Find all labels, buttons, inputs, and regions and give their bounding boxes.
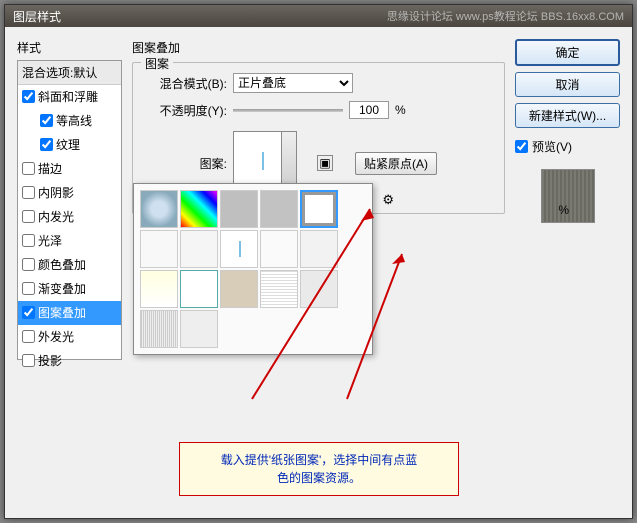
style-item[interactable]: 投影 — [18, 349, 121, 373]
style-checkbox[interactable] — [40, 138, 53, 151]
annotation-box: 载入提供'纸张图案'，选择中间有点蓝 色的图案资源。 — [179, 442, 459, 496]
style-checkbox[interactable] — [22, 306, 35, 319]
pattern-thumb[interactable] — [140, 310, 178, 348]
titlebar[interactable]: 图层样式 思缘设计论坛 www.ps教程论坛 BBS.16xx8.COM — [5, 5, 632, 27]
section-title: 图案叠加 — [132, 39, 505, 56]
style-checkbox[interactable] — [22, 90, 35, 103]
style-item[interactable]: 描边 — [18, 157, 121, 181]
pattern-thumb[interactable] — [140, 270, 178, 308]
style-checkbox[interactable] — [22, 162, 35, 175]
style-checkbox[interactable] — [22, 354, 35, 367]
left-panel: 样式 混合选项:默认 斜面和浮雕等高线纹理描边内阴影内发光光泽颜色叠加渐变叠加图… — [17, 39, 122, 506]
style-item[interactable]: 渐变叠加 — [18, 277, 121, 301]
preview-label: 预览(V) — [532, 138, 572, 155]
style-checkbox[interactable] — [22, 234, 35, 247]
style-item[interactable]: 内阴影 — [18, 181, 121, 205]
style-item[interactable]: 纹理 — [18, 133, 121, 157]
style-checkbox[interactable] — [22, 330, 35, 343]
preview-checkbox[interactable] — [515, 140, 528, 153]
style-item[interactable]: 颜色叠加 — [18, 253, 121, 277]
style-label: 图案叠加 — [38, 304, 86, 321]
style-list: 混合选项:默认 斜面和浮雕等高线纹理描边内阴影内发光光泽颜色叠加渐变叠加图案叠加… — [17, 60, 122, 360]
style-label: 等高线 — [56, 112, 92, 129]
pattern-thumb[interactable] — [140, 230, 178, 268]
style-label: 纹理 — [56, 136, 80, 153]
style-label: 渐变叠加 — [38, 280, 86, 297]
style-label: 斜面和浮雕 — [38, 88, 98, 105]
style-item[interactable]: 光泽 — [18, 229, 121, 253]
preview-toggle[interactable]: 预览(V) — [515, 138, 620, 155]
blend-mode-select[interactable]: 正片叠底 — [233, 73, 353, 93]
pattern-thumb[interactable] — [140, 190, 178, 228]
blend-options-item[interactable]: 混合选项:默认 — [18, 61, 121, 85]
scale-unit: % — [558, 203, 569, 217]
annotation-arrows — [192, 99, 472, 419]
layer-style-dialog: 图层样式 思缘设计论坛 www.ps教程论坛 BBS.16xx8.COM 样式 … — [4, 4, 633, 519]
style-item[interactable]: 外发光 — [18, 325, 121, 349]
style-label: 外发光 — [38, 328, 74, 345]
styles-header: 样式 — [17, 39, 122, 56]
ok-button[interactable]: 确定 — [515, 39, 620, 66]
style-checkbox[interactable] — [22, 210, 35, 223]
style-checkbox[interactable] — [22, 186, 35, 199]
mid-panel: 图案叠加 图案 混合模式(B): 正片叠底 不透明度(Y): % 图案: — [132, 39, 505, 506]
style-item[interactable]: 等高线 — [18, 109, 121, 133]
style-checkbox[interactable] — [22, 258, 35, 271]
style-label: 内发光 — [38, 208, 74, 225]
new-style-button[interactable]: 新建样式(W)... — [515, 103, 620, 128]
style-label: 描边 — [38, 160, 62, 177]
style-item[interactable]: 斜面和浮雕 — [18, 85, 121, 109]
watermark: 思缘设计论坛 www.ps教程论坛 BBS.16xx8.COM — [387, 8, 624, 24]
style-label: 投影 — [38, 352, 62, 369]
style-checkbox[interactable] — [40, 114, 53, 127]
cancel-button[interactable]: 取消 — [515, 72, 620, 97]
group-title: 图案 — [141, 55, 173, 72]
style-item[interactable]: 图案叠加 — [18, 301, 121, 325]
right-panel: 确定 取消 新建样式(W)... 预览(V) — [515, 39, 620, 506]
style-checkbox[interactable] — [22, 282, 35, 295]
style-label: 内阴影 — [38, 184, 74, 201]
blend-mode-label: 混合模式(B): — [147, 75, 227, 92]
style-label: 光泽 — [38, 232, 62, 249]
style-label: 颜色叠加 — [38, 256, 86, 273]
style-item[interactable]: 内发光 — [18, 205, 121, 229]
